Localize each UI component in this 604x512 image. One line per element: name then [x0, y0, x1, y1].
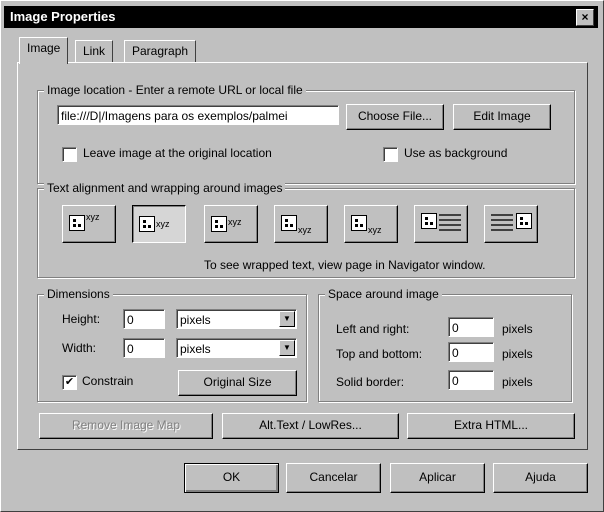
constrain-label: Constrain	[82, 374, 134, 388]
chevron-down-icon[interactable]: ▼	[279, 340, 295, 356]
tab-image[interactable]: Image	[19, 37, 69, 64]
top-bottom-input[interactable]: 0	[448, 342, 494, 362]
image-icon	[69, 215, 85, 231]
help-button[interactable]: Ajuda	[493, 463, 588, 493]
solid-border-input[interactable]: 0	[448, 370, 494, 390]
image-location-input[interactable]: file:///D|/Imagens para os exemplos/palm…	[57, 105, 339, 125]
chevron-down-icon[interactable]: ▼	[279, 311, 295, 327]
sample-text: xyz	[156, 219, 170, 229]
close-button[interactable]: ×	[576, 9, 594, 26]
text-lines-icon	[439, 214, 461, 234]
width-unit-value: pixels	[180, 342, 211, 356]
tab-paragraph[interactable]: Paragraph	[124, 40, 197, 63]
ok-button[interactable]: OK	[184, 463, 279, 493]
top-bottom-label: Top and bottom:	[336, 347, 423, 361]
edit-image-button[interactable]: Edit Image	[453, 104, 551, 130]
use-background-checkbox[interactable]	[383, 147, 398, 162]
space-legend: Space around image	[325, 287, 442, 301]
image-icon	[211, 216, 227, 232]
height-unit-value: pixels	[180, 313, 211, 327]
image-icon	[351, 215, 367, 231]
image-icon	[139, 216, 155, 232]
sample-text: xyz	[368, 225, 382, 235]
apply-button[interactable]: Aplicar	[390, 463, 485, 493]
height-unit-select[interactable]: pixels ▼	[176, 309, 297, 329]
sample-text: xyz	[228, 217, 242, 227]
align-top-button[interactable]: xyz	[62, 205, 116, 243]
top-bottom-unit: pixels	[502, 347, 533, 361]
close-icon: ×	[581, 10, 589, 24]
title-bar[interactable]: Image Properties ×	[4, 6, 598, 28]
alignment-legend: Text alignment and wrapping around image…	[44, 181, 286, 195]
text-lines-icon	[491, 214, 513, 234]
alt-text-button[interactable]: Alt.Text / LowRes...	[222, 413, 399, 439]
wrap-note: To see wrapped text, view page in Naviga…	[204, 258, 486, 272]
extra-html-button[interactable]: Extra HTML...	[407, 413, 575, 439]
left-right-label: Left and right:	[336, 322, 410, 336]
solid-border-label: Solid border:	[336, 375, 405, 389]
left-right-unit: pixels	[502, 322, 533, 336]
image-icon	[421, 213, 437, 229]
leave-original-checkbox[interactable]	[62, 147, 77, 162]
sample-text: xyz	[86, 212, 100, 222]
image-icon	[516, 213, 532, 229]
image-icon	[281, 215, 297, 231]
wrap-right-button[interactable]	[484, 205, 538, 243]
left-right-input[interactable]: 0	[448, 317, 494, 337]
sample-text: xyz	[298, 225, 312, 235]
align-center-baseline-button[interactable]: xyz	[204, 205, 258, 243]
cancel-button[interactable]: Cancelar	[286, 463, 381, 493]
solid-border-unit: pixels	[502, 375, 533, 389]
choose-file-button[interactable]: Choose File...	[346, 104, 444, 130]
width-unit-select[interactable]: pixels ▼	[176, 338, 297, 358]
align-bottom-button[interactable]: xyz	[344, 205, 398, 243]
constrain-checkbox[interactable]: ✔	[62, 375, 77, 390]
width-input[interactable]: 0	[123, 338, 165, 358]
width-label: Width:	[62, 341, 97, 355]
wrap-left-button[interactable]	[414, 205, 468, 243]
leave-original-label: Leave image at the original location	[83, 146, 272, 160]
use-background-label: Use as background	[404, 146, 508, 160]
height-input[interactable]: 0	[123, 309, 165, 329]
tab-link[interactable]: Link	[75, 40, 114, 63]
height-label: Height:	[62, 312, 101, 326]
align-baseline-button[interactable]: xyz	[274, 205, 328, 243]
remove-image-map-button[interactable]: Remove Image Map	[39, 413, 213, 439]
dimensions-legend: Dimensions	[44, 287, 113, 301]
dialog-title: Image Properties	[10, 9, 116, 24]
original-size-button[interactable]: Original Size	[178, 370, 297, 396]
align-center-button[interactable]: xyz	[132, 205, 186, 243]
image-location-legend: Image location - Enter a remote URL or l…	[44, 83, 306, 97]
